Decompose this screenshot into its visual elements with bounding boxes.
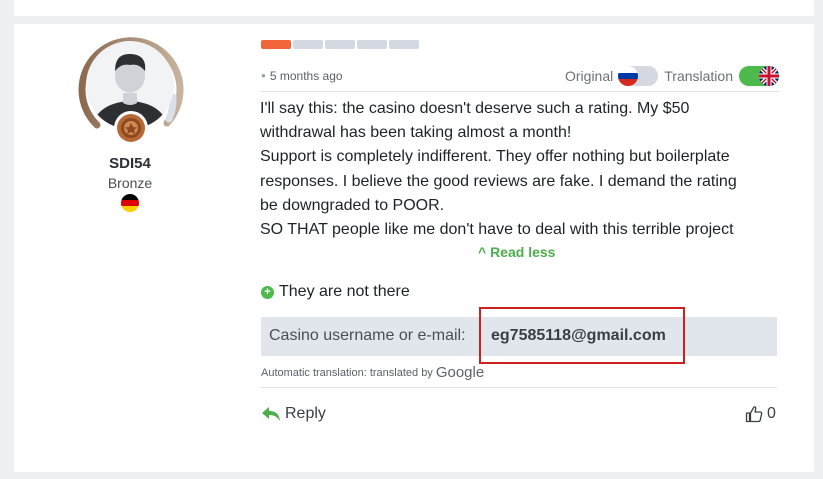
highlight-box: [479, 307, 685, 364]
status-line: + They are not there: [261, 283, 410, 301]
username[interactable]: SDI54: [75, 155, 185, 172]
language-switch: Original Translation: [565, 66, 779, 86]
bronze-badge-icon: [114, 111, 148, 145]
reply-arrow-icon: [262, 407, 280, 421]
reply-label: Reply: [285, 405, 326, 422]
review-line: I'll say this: the casino doesn't deserv…: [260, 100, 690, 117]
review-text: I'll say this: the casino doesn't deserv…: [260, 97, 780, 242]
review-line: Support is completely indifferent. They …: [260, 148, 730, 166]
translation-label: Translation: [664, 68, 733, 84]
review-line: SO THAT people like me don't have to dea…: [260, 221, 734, 239]
divider: [261, 387, 777, 388]
translation-toggle[interactable]: [739, 66, 779, 86]
review-meta: ● 5 months ago Original Translation: [261, 66, 779, 92]
review-line: withdrawal has been taking almost a mont…: [260, 124, 572, 142]
google-logo: Google: [435, 364, 485, 381]
auto-translation-text: Automatic translation: translated by: [261, 366, 433, 379]
rating-segment-filled: [261, 40, 291, 49]
review-time-text: 5 months ago: [269, 69, 343, 83]
rating-segment: [293, 40, 323, 49]
avatar[interactable]: [75, 35, 185, 145]
plus-circle-icon: +: [261, 285, 274, 299]
auto-translation-note: Automatic translation: translated by Goo…: [261, 364, 484, 381]
like-count: 0: [767, 405, 776, 422]
rating-segment: [357, 40, 387, 49]
user-rank: Bronze: [107, 175, 153, 191]
russia-flag-icon: [618, 66, 639, 86]
read-less-link[interactable]: ^ Read less: [478, 244, 555, 260]
thumbs-up-icon: [745, 406, 763, 423]
germany-flag-icon: [121, 194, 139, 212]
uk-flag-icon: [759, 66, 779, 86]
review-time: ● 5 months ago: [261, 69, 343, 83]
review-line: responses. I believe the good reviews ar…: [260, 172, 737, 190]
rating-segment: [389, 40, 419, 49]
original-toggle[interactable]: [618, 66, 659, 86]
original-label: Original: [565, 68, 614, 84]
rating-bar: [261, 40, 419, 49]
like-button[interactable]: 0: [745, 405, 776, 423]
casino-username-label: Casino username or e-mail:: [269, 327, 466, 344]
rating-segment: [325, 40, 355, 49]
review-line: be downgraded to POOR.: [260, 196, 445, 214]
status-text: They are not there: [279, 283, 410, 300]
reply-button[interactable]: Reply: [262, 405, 326, 423]
previous-review-card: [14, 0, 814, 16]
